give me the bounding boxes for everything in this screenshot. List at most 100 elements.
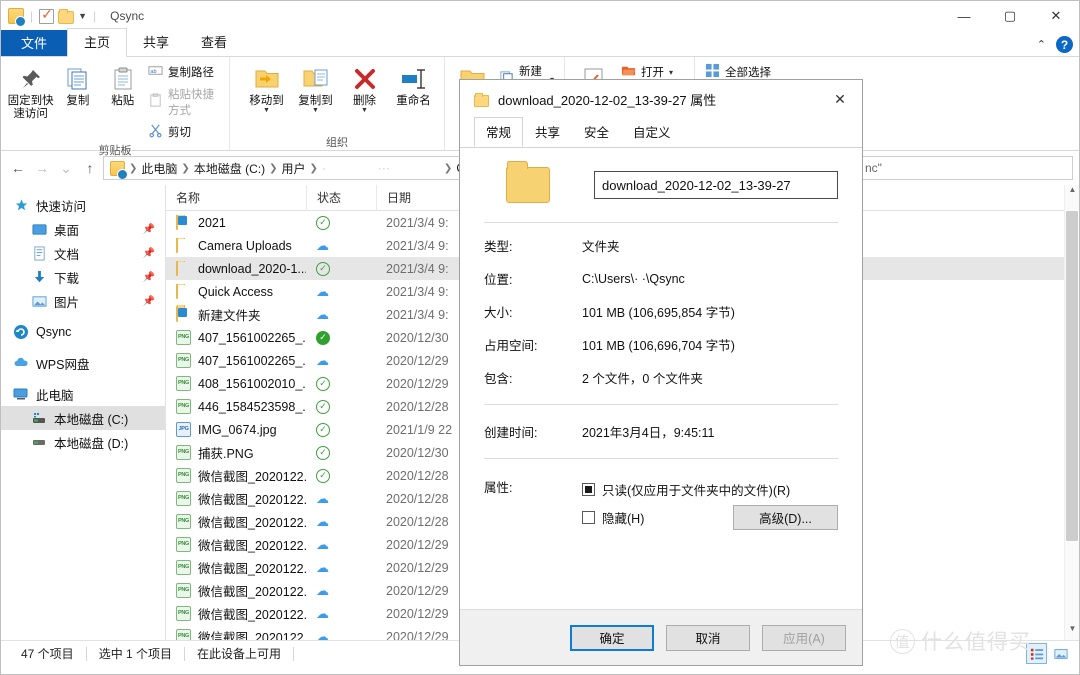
readonly-checkbox[interactable] xyxy=(582,482,595,496)
paste-icon xyxy=(110,63,136,95)
pin-icon-downloads[interactable]: 📌 xyxy=(143,272,155,283)
column-header-date-label: 日期 xyxy=(387,191,412,205)
recent-locations-button[interactable]: ⌄ xyxy=(55,156,77,180)
folder-icon xyxy=(176,237,192,254)
cut-button[interactable]: 剪切 xyxy=(144,122,223,142)
dialog-tab-customize[interactable]: 自定义 xyxy=(621,117,683,147)
file-name-cell: PNG 微信截图_2020122... xyxy=(166,627,306,640)
copy-to-dropdown-icon[interactable]: ▼ xyxy=(312,107,319,114)
ok-button[interactable]: 确定 xyxy=(570,624,654,651)
file-status-cell: ☁ xyxy=(306,285,376,298)
qat-divider: | xyxy=(30,9,34,23)
sidebar-item-qsync[interactable]: Qsync xyxy=(1,320,165,344)
customize-dropdown-icon[interactable]: ▼ xyxy=(78,11,87,21)
file-name-cell: download_2020-1... xyxy=(166,260,306,277)
status-cloud-icon: ☁ xyxy=(316,606,329,621)
qsync-folder-icon[interactable] xyxy=(8,8,26,27)
search-input[interactable]: nc" xyxy=(858,156,1073,180)
apply-button[interactable]: 应用(A) xyxy=(762,624,846,651)
sidebar-item-wps-cloud[interactable]: WPS网盘 xyxy=(1,351,165,375)
dialog-footer: 确定 取消 应用(A) xyxy=(460,609,862,665)
tab-share[interactable]: 共享 xyxy=(127,29,185,56)
file-status-cell: ☁ xyxy=(306,515,376,528)
file-status-cell: ✓ xyxy=(306,376,376,391)
copy-button[interactable]: 复制 xyxy=(54,59,101,108)
move-to-dropdown-icon[interactable]: ▼ xyxy=(263,107,270,114)
file-name-cell: Camera Uploads xyxy=(166,237,306,254)
sidebar-item-desktop[interactable]: 桌面 📌 xyxy=(1,217,165,241)
breadcrumb-users[interactable]: 用户 xyxy=(282,160,306,177)
status-cloud-icon: ☁ xyxy=(316,353,329,368)
property-value-size: 101 MB (106,695,854 字节) xyxy=(582,306,735,320)
maximize-button[interactable]: ▢ xyxy=(987,1,1033,31)
sidebar-item-local-disk-d[interactable]: 本地磁盘 (D:) xyxy=(1,430,165,454)
attributes-controls: 只读(仅应用于文件夹中的文件)(R) 隐藏(H) 高级(D)... xyxy=(582,475,838,531)
column-header-status[interactable]: 状态 xyxy=(306,185,376,211)
close-button[interactable]: ✕ xyxy=(1033,1,1079,31)
scroll-thumb[interactable] xyxy=(1066,211,1078,541)
paste-button[interactable]: 粘贴 xyxy=(102,59,144,108)
sidebar-item-pictures[interactable]: 图片 📌 xyxy=(1,289,165,313)
properties-icon[interactable] xyxy=(39,6,55,24)
new-folder-icon[interactable] xyxy=(58,8,75,24)
forward-button[interactable]: → xyxy=(31,156,53,180)
help-icon[interactable]: ? xyxy=(1056,36,1073,53)
minimize-button[interactable]: — xyxy=(941,1,987,31)
dialog-divider-1 xyxy=(484,222,838,223)
scroll-down-button[interactable]: ▼ xyxy=(1065,624,1079,640)
scissors-icon xyxy=(148,123,163,141)
open-dropdown-icon[interactable]: ▾ xyxy=(669,68,673,77)
file-name-text: Camera Uploads xyxy=(198,238,292,253)
pin-icon-pictures[interactable]: 📌 xyxy=(143,296,155,307)
sidebar-item-local-disk-c[interactable]: 本地磁盘 (C:) xyxy=(1,406,165,430)
pin-to-quick-access-button[interactable]: 固定到快 速访问 xyxy=(7,59,54,121)
details-view-icon[interactable] xyxy=(1026,643,1047,664)
property-label-location: 位置: xyxy=(484,273,513,287)
file-explorer-window: | ▼ | Qsync — ▢ ✕ 文件 主页 共享 查看 ⌃ ? xyxy=(0,0,1080,675)
breadcrumb-this-pc[interactable]: 此电脑 xyxy=(141,160,177,177)
sidebar-item-quick-access[interactable]: 快速访问 xyxy=(1,193,165,217)
rename-button[interactable]: 重命名 xyxy=(389,59,438,108)
sidebar-item-downloads[interactable]: 下载 📌 xyxy=(1,265,165,289)
breadcrumb-local-disk-c[interactable]: 本地磁盘 (C:) xyxy=(194,160,265,177)
scroll-up-button[interactable]: ▲ xyxy=(1065,185,1079,201)
copy-to-button[interactable]: 复制到 ▼ xyxy=(291,59,340,114)
column-header-name[interactable]: ⌃ 名称 xyxy=(166,185,306,211)
advanced-button[interactable]: 高级(D)... xyxy=(733,504,838,530)
tab-view[interactable]: 查看 xyxy=(185,29,243,56)
sidebar-item-documents[interactable]: 文档 📌 xyxy=(1,241,165,265)
paste-shortcut-button[interactable]: 粘贴快捷方式 xyxy=(144,85,223,119)
sidebar-item-this-pc[interactable]: 此电脑 xyxy=(1,382,165,406)
sidebar-label-qsync: Qsync xyxy=(36,325,72,339)
file-list-scrollbar[interactable]: ▲ ▼ xyxy=(1064,185,1079,640)
folder-name-input[interactable]: download_2020-12-02_13-39-27 xyxy=(594,171,838,199)
property-row-size: 大小: 101 MB (106,695,854 字节) xyxy=(484,295,838,328)
dialog-tab-security[interactable]: 安全 xyxy=(572,117,621,147)
hidden-checkbox-row: 隐藏(H) 高级(D)... xyxy=(582,503,838,531)
this-pc-icon xyxy=(13,386,29,402)
dialog-tab-general[interactable]: 常规 xyxy=(474,117,524,147)
pin-icon-desktop[interactable]: 📌 xyxy=(143,224,155,235)
cancel-button[interactable]: 取消 xyxy=(666,624,750,651)
delete-button[interactable]: 删除 ▼ xyxy=(340,59,389,114)
delete-dropdown-icon[interactable]: ▼ xyxy=(361,107,368,114)
large-icons-view-icon[interactable] xyxy=(1050,643,1071,664)
back-button[interactable]: ← xyxy=(7,156,29,180)
up-button[interactable]: ↑ xyxy=(79,156,101,180)
breadcrumb-sep-0: ❯ xyxy=(129,162,138,174)
copy-path-button[interactable]: ab 复制路径 xyxy=(144,62,223,82)
readonly-checkbox-row[interactable]: 只读(仅应用于文件夹中的文件)(R) xyxy=(582,475,838,503)
move-to-button[interactable]: 移动到 ▼ xyxy=(242,59,291,114)
tab-home[interactable]: 主页 xyxy=(67,28,128,57)
pin-icon-documents[interactable]: 📌 xyxy=(143,248,155,259)
dialog-tab-sharing[interactable]: 共享 xyxy=(523,117,572,147)
ribbon-right-controls: ⌃ ? xyxy=(1037,36,1073,53)
property-value-location: C:\Users\· ·\Qsync xyxy=(582,271,685,286)
breadcrumb-username[interactable]: · xyxy=(322,161,374,175)
file-name-text: 捕获.PNG xyxy=(198,447,254,461)
dialog-close-button[interactable]: ✕ xyxy=(818,80,862,118)
tab-file[interactable]: 文件 xyxy=(1,30,68,56)
hidden-checkbox[interactable] xyxy=(582,510,595,524)
chevron-up-icon[interactable]: ⌃ xyxy=(1037,38,1046,51)
status-selection: 选中 1 个项目 xyxy=(98,647,173,661)
